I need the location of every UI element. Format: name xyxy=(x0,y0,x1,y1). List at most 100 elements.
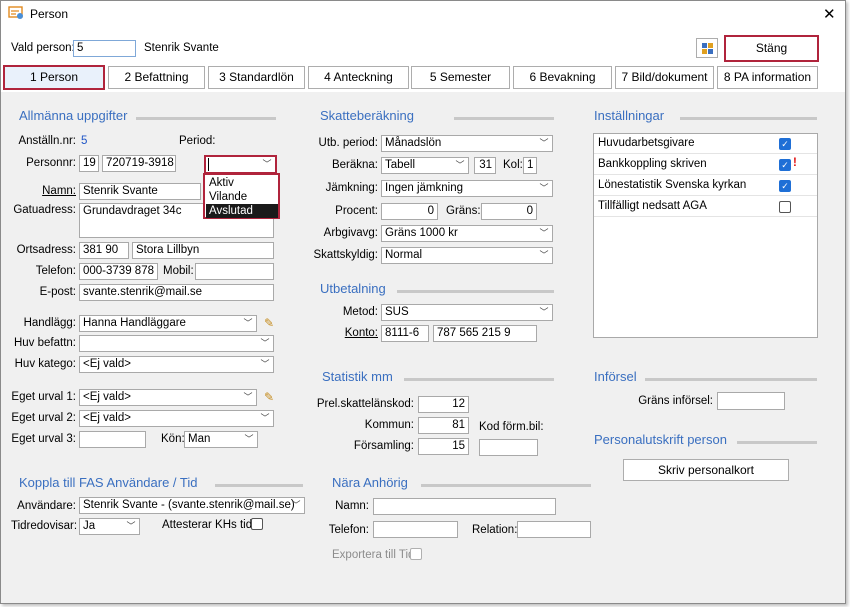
kommun-input[interactable]: 81 xyxy=(418,417,469,434)
period-option-avslutad[interactable]: Avslutad xyxy=(206,204,278,218)
tab-person[interactable]: 1 Person xyxy=(3,65,105,90)
installning-label: Tillfälligt nedsatt AGA xyxy=(598,200,707,212)
tab-befattning[interactable]: 2 Befattning xyxy=(108,66,205,89)
forsamling-input[interactable]: 15 xyxy=(418,438,469,455)
attesterar-checkbox[interactable] xyxy=(251,518,263,530)
chevron-down-icon: ﹀ xyxy=(243,318,253,328)
tabell-input[interactable]: 31 xyxy=(474,157,496,174)
berakna-label: Beräkna: xyxy=(331,159,378,171)
personnr-input[interactable]: 720719-3918 xyxy=(102,155,176,172)
installning-row[interactable]: Lönestatistik Svenska kyrkan ✓ xyxy=(594,175,817,196)
skriv-personalkort-button[interactable]: Skriv personalkort xyxy=(623,459,789,481)
selected-person-bar: Vald person: 5 Stenrik Svante Stäng xyxy=(1,27,845,63)
check-icon[interactable]: ✓ xyxy=(779,159,791,171)
huv-katego-value: <Ej vald> xyxy=(83,358,131,370)
telefon-input[interactable]: 000-3739 878 xyxy=(79,263,158,280)
grans-inforsel-label: Gräns införsel: xyxy=(638,395,713,407)
section-rule xyxy=(454,117,554,120)
kommun-label: Kommun: xyxy=(364,419,414,431)
epost-input[interactable]: svante.stenrik@mail.se xyxy=(79,284,274,301)
chevron-down-icon: ﹀ xyxy=(539,228,549,238)
tidredovisar-label: Tidredovisar: xyxy=(11,520,78,532)
chevron-down-icon: ﹀ xyxy=(243,392,253,402)
grans-inforsel-input[interactable] xyxy=(717,392,785,410)
tab-semester[interactable]: 5 Semester xyxy=(411,66,510,89)
huv-katego-select[interactable]: <Ej vald> ﹀ xyxy=(79,356,274,373)
eget-urval1-select[interactable]: <Ej vald> ﹀ xyxy=(79,389,257,406)
arbgivavg-label: Arbgivavg: xyxy=(323,227,378,239)
ort-input[interactable]: Stora Lillbyn xyxy=(132,242,274,259)
eget-urval3-input[interactable] xyxy=(79,431,146,448)
procent-input[interactable]: 0 xyxy=(381,203,438,220)
huv-katego-label: Huv katego: xyxy=(14,358,76,370)
period-select[interactable]: ﹀ xyxy=(204,155,277,174)
eget-urval1-label: Eget urval 1: xyxy=(11,391,76,403)
chevron-down-icon: ﹀ xyxy=(455,160,465,170)
anvandare-select[interactable]: Stenrik Svante - (svante.stenrik@mail.se… xyxy=(79,497,305,514)
anstallningsnr-value: 5 xyxy=(81,135,88,147)
installning-label: Lönestatistik Svenska kyrkan xyxy=(598,179,747,191)
grid-tool-icon xyxy=(701,42,714,55)
arbgivavg-value: Gräns 1000 kr xyxy=(385,227,458,239)
installning-row[interactable]: Huvudarbetsgivare ✓ xyxy=(594,134,817,154)
anhorig-relation-input[interactable] xyxy=(517,521,591,538)
metod-value: SUS xyxy=(385,306,409,318)
check-icon[interactable]: ✓ xyxy=(779,138,791,150)
tab-bild-dokument[interactable]: 7 Bild/dokument xyxy=(615,66,714,89)
konto-input[interactable]: 787 565 215 9 xyxy=(433,325,537,342)
edit-pencil-icon[interactable]: ✎ xyxy=(262,390,276,404)
anhorig-telefon-input[interactable] xyxy=(373,521,458,538)
personnr-century-input[interactable]: 19 xyxy=(79,155,99,172)
clearing-input[interactable]: 8111-6 xyxy=(381,325,429,342)
tidredovisar-select[interactable]: Ja ﹀ xyxy=(79,518,140,535)
jamkning-value: Ingen jämkning xyxy=(385,182,463,194)
huv-befattn-select[interactable]: ﹀ xyxy=(79,335,274,352)
mobil-label: Mobil: xyxy=(163,265,194,277)
checkbox-icon[interactable] xyxy=(779,201,791,213)
check-icon[interactable]: ✓ xyxy=(779,180,791,192)
utb-period-select[interactable]: Månadslön ﹀ xyxy=(381,135,553,152)
kon-label: Kön: xyxy=(161,433,185,445)
skattskyldig-select[interactable]: Normal ﹀ xyxy=(381,247,553,264)
tab-bevakning[interactable]: 6 Bevakning xyxy=(513,66,612,89)
title-bar: Person ✕ xyxy=(1,1,845,27)
person-window: Person ✕ Vald person: 5 Stenrik Svante S… xyxy=(0,0,846,604)
grid-tool-button[interactable] xyxy=(696,38,718,58)
kon-select[interactable]: Man ﹀ xyxy=(184,431,258,448)
person-name-display: Stenrik Svante xyxy=(144,42,219,54)
close-window-icon[interactable]: ✕ xyxy=(823,5,836,23)
arbgivavg-select[interactable]: Gräns 1000 kr ﹀ xyxy=(381,225,553,242)
handlagg-label: Handlägg: xyxy=(23,317,76,329)
namn-label: Namn: xyxy=(42,185,76,197)
anhorig-namn-input[interactable] xyxy=(373,498,556,515)
tab-anteckning[interactable]: 4 Anteckning xyxy=(308,66,409,89)
installning-row[interactable]: Tillfälligt nedsatt AGA xyxy=(594,196,817,217)
period-option-aktiv[interactable]: Aktiv xyxy=(207,176,278,190)
stang-button[interactable]: Stäng xyxy=(724,35,819,62)
eget-urval2-select[interactable]: <Ej vald> ﹀ xyxy=(79,410,274,427)
jamkning-select[interactable]: Ingen jämkning ﹀ xyxy=(381,180,553,197)
postnr-input[interactable]: 381 90 xyxy=(79,242,129,259)
edit-pencil-icon[interactable]: ✎ xyxy=(262,316,276,330)
period-option-vilande[interactable]: Vilande xyxy=(207,190,278,204)
utb-period-value: Månadslön xyxy=(385,137,442,149)
chevron-down-icon: ﹀ xyxy=(260,338,270,348)
vald-person-input[interactable]: 5 xyxy=(73,40,136,57)
handlagg-select[interactable]: Hanna Handläggare ﹀ xyxy=(79,315,257,332)
gatuadress-label: Gatuadress: xyxy=(13,204,76,216)
tab-standardlon[interactable]: 3 Standardlön xyxy=(208,66,305,89)
metod-select[interactable]: SUS ﹀ xyxy=(381,304,553,321)
tab-pa-information[interactable]: 8 PA information xyxy=(717,66,818,89)
personnr-label: Personnr: xyxy=(26,157,76,169)
anstallningsnr-label: Anställn.nr: xyxy=(18,135,76,147)
kod-form-input[interactable] xyxy=(479,439,538,456)
mobil-input[interactable] xyxy=(195,263,274,280)
installning-row[interactable]: Bankkoppling skriven ✓ ! xyxy=(594,154,817,175)
prel-input[interactable]: 12 xyxy=(418,396,469,413)
section-title-anhorig: Nära Anhörig xyxy=(332,475,408,490)
berakna-select[interactable]: Tabell ﹀ xyxy=(381,157,469,174)
grans-input[interactable]: 0 xyxy=(481,203,537,220)
namn-input[interactable]: Stenrik Svante xyxy=(79,183,201,200)
anhorig-relation-label: Relation: xyxy=(472,524,518,536)
kol-input[interactable]: 1 xyxy=(523,157,537,174)
